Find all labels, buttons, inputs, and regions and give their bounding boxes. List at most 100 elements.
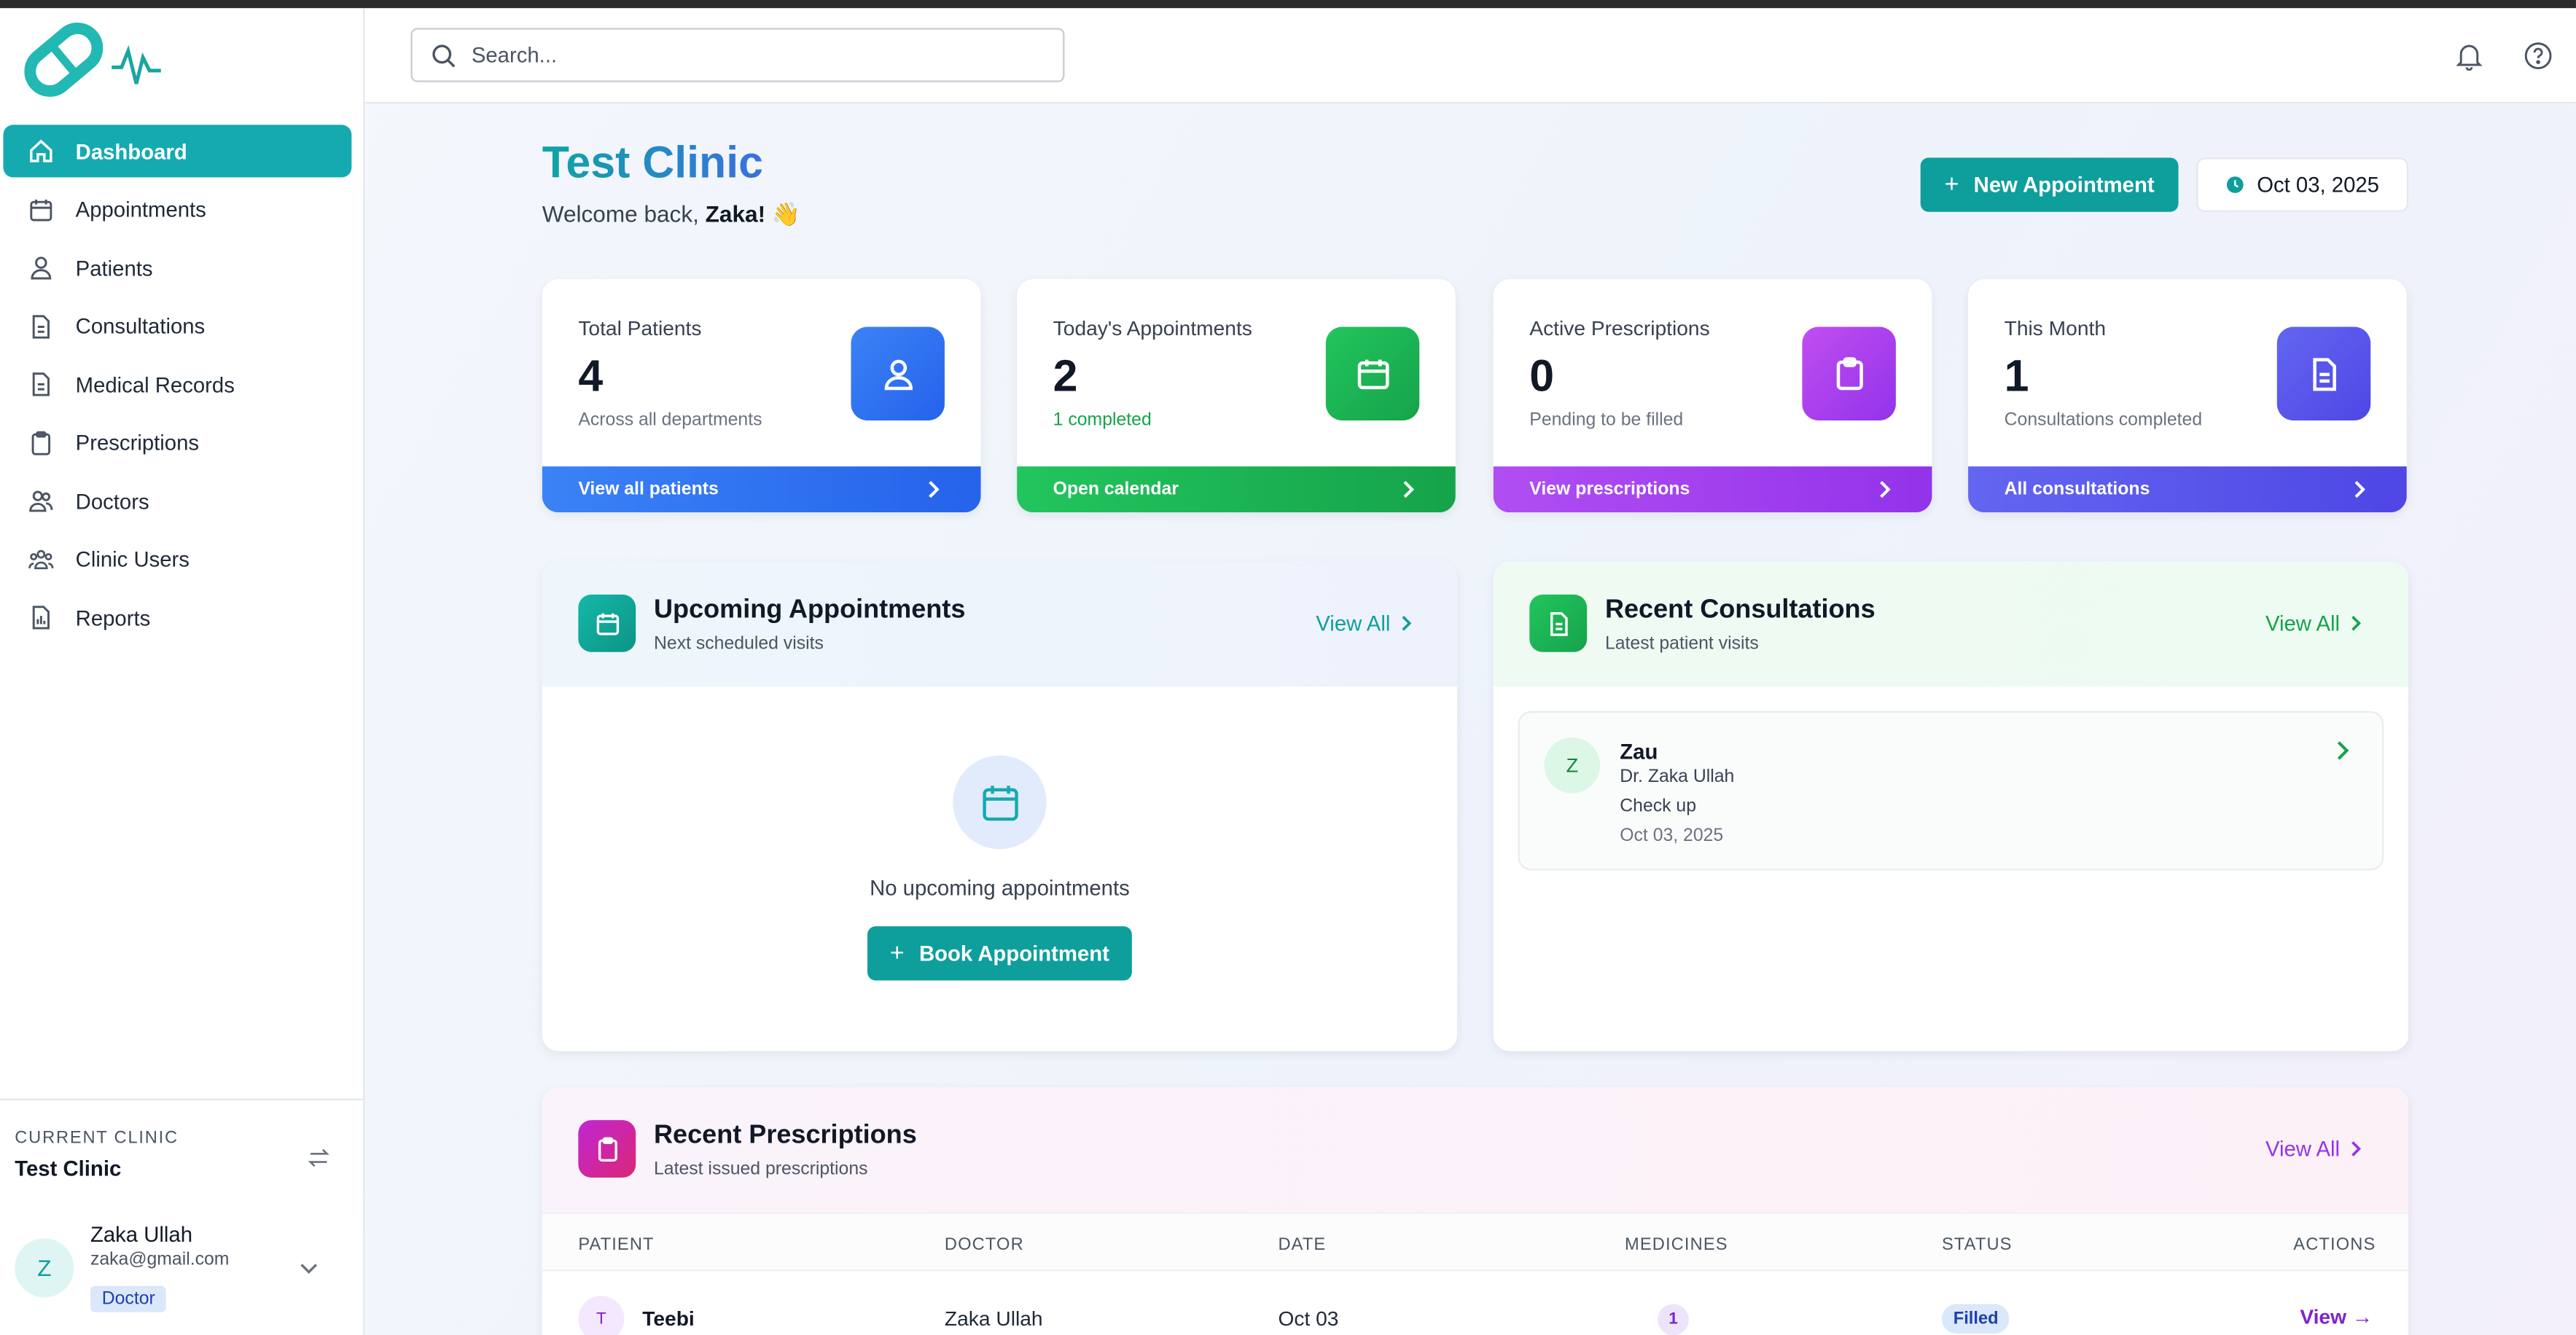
column-header: ACTIONS [2293,1234,2376,1255]
chevron-right-icon[interactable] [2335,739,2351,770]
stat-value: 1 [2004,351,2029,401]
user-email: zaka@gmail.com [90,1250,230,1270]
recent-consultations-panel: Recent Consultations Latest patient visi… [1493,561,2409,1052]
chevron-right-icon [2351,1141,2362,1156]
panel-subtitle: Next scheduled visits [654,633,824,654]
panel-header: Recent Prescriptions Latest issued presc… [542,1087,2409,1213]
sidebar-item-prescriptions[interactable]: Prescriptions [4,416,352,469]
help-icon[interactable] [2524,41,2553,71]
group-icon [26,544,56,574]
stat-label: This Month [2004,316,2107,340]
stat-card-total-patients: Total Patients 4 Across all departments … [542,279,981,513]
table-header: PATIENT DOCTOR DATE MEDICINES STATUS ACT… [542,1212,2409,1272]
view-prescriptions-link[interactable]: View prescriptions [1493,466,1932,513]
chevron-right-icon [1403,481,1415,498]
sidebar-item-reports[interactable]: Reports [4,591,352,643]
plus-icon: + [1944,171,1959,199]
avatar: T [578,1296,625,1335]
avatar: Z [15,1238,74,1298]
sidebar-item-label: Medical Records [75,372,235,397]
chevron-right-icon [1880,481,1891,498]
sidebar-item-label: Clinic Users [75,547,190,572]
column-header: STATUS [1941,1234,2013,1255]
all-consultations-link[interactable]: All consultations [1968,466,2407,513]
column-header: DOCTOR [944,1234,1024,1255]
sidebar-item-consultations[interactable]: Consultations [4,300,352,352]
panel-title: Recent Prescriptions [654,1121,917,1150]
report-icon [26,603,56,633]
avatar: Z [1544,737,1601,794]
role-badge: Doctor [90,1285,167,1312]
book-appointment-button[interactable]: + Book Appointment [867,926,1132,981]
sidebar-item-label: Appointments [75,197,206,222]
status-badge: Filled [1941,1304,2010,1334]
clock-icon [2226,176,2244,193]
panel-subtitle: Latest patient visits [1604,633,1759,654]
recent-prescriptions-panel: Recent Prescriptions Latest issued presc… [542,1087,2409,1335]
stat-card-todays-appointments: Today's Appointments 2 1 completed Open … [1017,279,1456,513]
sidebar-item-medical-records[interactable]: Medical Records [4,358,352,410]
doctor-name: Zaka Ullah [944,1307,1043,1331]
prescription-date: Oct 03 [1278,1307,1339,1331]
upcoming-appointments-panel: Upcoming Appointments Next scheduled vis… [542,561,1458,1052]
panel-header: Recent Consultations Latest patient visi… [1493,561,2409,687]
medicines-count: 1 [1658,1304,1689,1335]
panel-title: Upcoming Appointments [654,596,966,625]
clipboard-icon [1802,326,1896,420]
doctor-name: Dr. Zaka Ullah [1620,767,1735,787]
patient-name: Zau [1620,739,1658,764]
panel-title: Recent Consultations [1604,596,1876,625]
panel-header: Upcoming Appointments Next scheduled vis… [542,561,1458,687]
sidebar-item-dashboard[interactable]: Dashboard [3,125,352,178]
consultation-list-item[interactable]: Z Zau Dr. Zaka Ullah Check up Oct 03, 20… [1518,710,2384,871]
page-title: Test Clinic [542,138,763,189]
search-input[interactable] [471,42,1031,68]
column-header: DATE [1278,1234,1327,1255]
new-appointment-button[interactable]: + New Appointment [1920,157,2179,212]
consultation-type: Check up [1620,796,1697,817]
sidebar-item-label: Patients [75,255,153,281]
sidebar-item-patients[interactable]: Patients [4,241,352,294]
view-all-link[interactable]: View All [2265,1137,2363,1161]
empty-state-text: No upcoming appointments [870,875,1130,901]
document-icon [2276,326,2371,420]
chevron-right-icon [2354,481,2365,498]
consultation-date: Oct 03, 2025 [1620,826,1724,846]
current-clinic-name: Test Clinic [15,1156,122,1181]
view-all-link[interactable]: View All [2265,611,2363,635]
stat-subtext: Consultations completed [2004,410,2203,431]
clinic-logo[interactable] [10,8,161,103]
plus-icon: + [889,939,905,968]
chevron-down-icon[interactable] [297,1256,321,1280]
search-box[interactable] [410,28,1065,82]
sidebar-item-clinic-users[interactable]: Clinic Users [4,533,352,585]
sidebar-item-label: Reports [75,605,151,630]
sidebar-item-doctors[interactable]: Doctors [4,474,352,527]
view-all-patients-link[interactable]: View all patients [542,466,981,513]
date-display[interactable]: Oct 03, 2025 [2196,157,2409,212]
sidebar-item-label: Dashboard [75,138,187,164]
stat-subtext: Across all departments [578,410,762,431]
bell-icon[interactable] [2454,41,2484,71]
calendar-icon [26,195,56,224]
view-prescription-link[interactable]: View → [2300,1306,2373,1329]
search-icon [432,44,456,67]
chevron-right-icon [1402,616,1412,631]
clipboard-icon [26,428,56,458]
current-clinic-label: CURRENT CLINIC [15,1128,179,1148]
sidebar-item-label: Prescriptions [75,430,200,455]
calendar-icon [1325,326,1420,420]
stat-label: Total Patients [578,316,702,340]
home-icon [26,136,56,166]
stat-subtext: Pending to be filled [1529,410,1684,431]
stat-value: 4 [578,351,604,401]
sidebar-item-appointments[interactable]: Appointments [4,183,352,235]
switch-clinic-icon[interactable] [305,1145,332,1171]
patient-name: Teebi [642,1307,695,1331]
stat-value: 2 [1053,351,1078,401]
sidebar: Dashboard Appointments Patients Consulta… [0,8,365,1335]
users-icon [26,486,56,516]
open-calendar-link[interactable]: Open calendar [1017,466,1456,513]
top-header [364,8,2576,103]
view-all-link[interactable]: View All [1316,611,1413,635]
